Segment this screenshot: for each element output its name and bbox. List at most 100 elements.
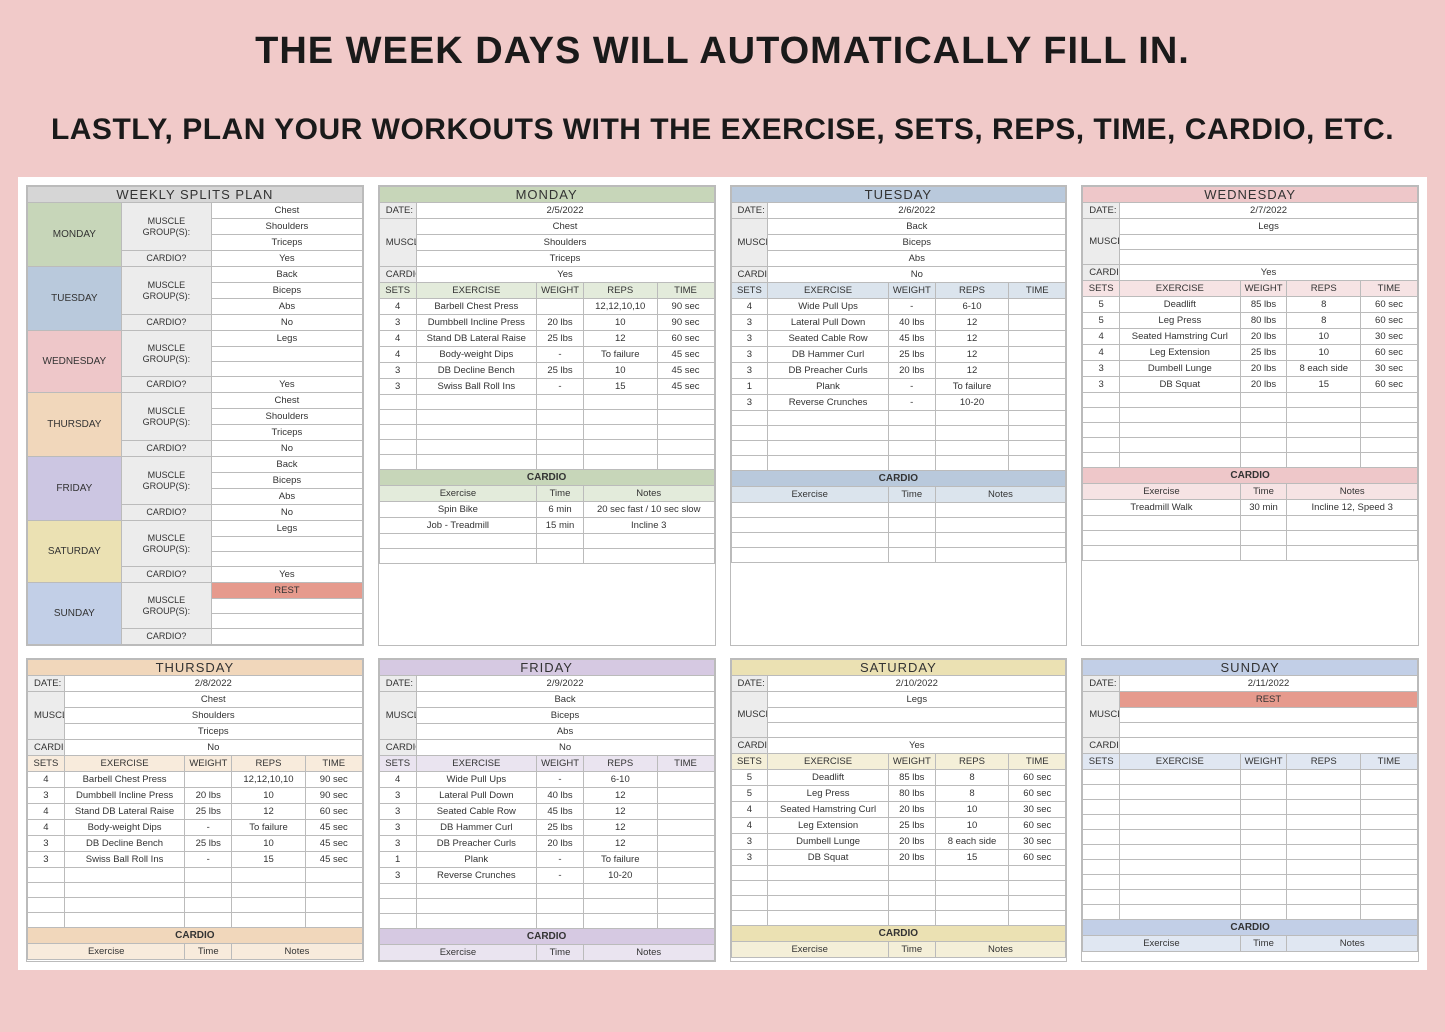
cell-weight xyxy=(1240,800,1287,815)
exercise-row: 3 DB Decline Bench 25 lbs 10 45 sec xyxy=(28,836,363,852)
cell-reps xyxy=(583,410,657,425)
col-cardio-notes: Notes xyxy=(583,486,714,502)
cardio-q-label: CARDIO? xyxy=(28,740,65,756)
mg-value: Back xyxy=(768,219,1066,235)
exercise-row xyxy=(1083,453,1418,468)
cell-exercise: DB Preacher Curls xyxy=(416,836,537,852)
cell-weight: 20 lbs xyxy=(537,315,584,331)
cell-weight: - xyxy=(537,379,584,395)
date-value: 2/6/2022 xyxy=(768,203,1066,219)
date-value: 2/10/2022 xyxy=(768,676,1066,692)
exercise-row xyxy=(379,395,714,410)
mg-label: MUSCLE GROUP(S): xyxy=(28,692,65,740)
cell-cardio-ex xyxy=(731,533,888,548)
cardio-q-label: CARDIO? xyxy=(731,738,768,754)
cell-reps xyxy=(935,896,1009,911)
cell-cardio-time: 30 min xyxy=(1240,500,1287,516)
cell-exercise xyxy=(416,914,537,929)
cell-weight: - xyxy=(537,868,584,884)
cell-time xyxy=(1009,456,1066,471)
col-exercise: EXERCISE xyxy=(416,756,537,772)
cell-sets: 3 xyxy=(28,836,65,852)
cell-cardio-ex xyxy=(379,549,536,564)
cell-time xyxy=(1009,441,1066,456)
cell-weight xyxy=(888,866,935,881)
cell-exercise: Barbell Chest Press xyxy=(64,772,185,788)
cell-cardio-time xyxy=(888,533,935,548)
cell-exercise xyxy=(416,440,537,455)
cell-reps: 15 xyxy=(583,379,657,395)
split-cardio-label: CARDIO? xyxy=(121,251,211,267)
cell-weight xyxy=(537,899,584,914)
col-time: TIME xyxy=(1361,754,1418,770)
cell-time xyxy=(657,455,714,470)
cell-weight xyxy=(1240,845,1287,860)
sheet-grid: WEEKLY SPLITS PLANMONDAY MUSCLEGROUP(S):… xyxy=(26,185,1419,962)
cell-cardio-ex xyxy=(731,518,888,533)
cell-weight xyxy=(1240,393,1287,408)
split-mg-label: MUSCLEGROUP(S): xyxy=(121,393,211,441)
cell-time xyxy=(1361,785,1418,800)
cell-exercise xyxy=(1120,860,1241,875)
headline-2: LASTLY, PLAN YOUR WORKOUTS WITH THE EXER… xyxy=(20,113,1425,147)
col-cardio-time: Time xyxy=(185,944,232,960)
exercise-row xyxy=(28,883,363,898)
cell-cardio-time xyxy=(537,549,584,564)
cell-exercise: Wide Pull Ups xyxy=(768,299,889,315)
headline-1: THE WEEK DAYS WILL AUTOMATICALLY FILL IN… xyxy=(20,30,1425,73)
cell-reps xyxy=(583,455,657,470)
cell-cardio-notes: Incline 12, Speed 3 xyxy=(1287,500,1418,516)
col-sets: SETS xyxy=(731,754,768,770)
cell-cardio-ex xyxy=(731,548,888,563)
exercise-row: 3 DB Squat 20 lbs 15 60 sec xyxy=(1083,377,1418,393)
exercise-row xyxy=(28,868,363,883)
exercise-row: 5 Deadlift 85 lbs 8 60 sec xyxy=(1083,297,1418,313)
cell-reps xyxy=(232,868,306,883)
exercise-row xyxy=(1083,845,1418,860)
cell-weight: 85 lbs xyxy=(1240,297,1287,313)
cardio-q-value: No xyxy=(416,740,714,756)
cell-weight: 20 lbs xyxy=(888,363,935,379)
cell-reps xyxy=(232,913,306,928)
exercise-row xyxy=(1083,860,1418,875)
cell-exercise: Seated Cable Row xyxy=(768,331,889,347)
cell-reps: To failure xyxy=(583,347,657,363)
cell-time xyxy=(657,772,714,788)
cell-exercise: Stand DB Lateral Raise xyxy=(416,331,537,347)
cell-cardio-ex: Treadmill Walk xyxy=(1083,500,1240,516)
cell-cardio-notes xyxy=(935,548,1066,563)
cell-weight: 40 lbs xyxy=(537,788,584,804)
cell-sets xyxy=(1083,393,1120,408)
cell-exercise xyxy=(768,911,889,926)
day-panel-wednesday: WEDNESDAYDATE:2/7/2022MUSCLE GROUP(S):Le… xyxy=(1081,185,1419,646)
cell-time xyxy=(1009,866,1066,881)
cardio-row xyxy=(1083,516,1418,531)
cell-sets xyxy=(1083,770,1120,785)
cell-sets xyxy=(1083,453,1120,468)
cell-sets xyxy=(731,456,768,471)
col-sets: SETS xyxy=(1083,754,1120,770)
cell-time xyxy=(1009,363,1066,379)
cell-exercise: DB Preacher Curls xyxy=(768,363,889,379)
cell-weight: 25 lbs xyxy=(537,820,584,836)
mg-value: Legs xyxy=(1120,219,1418,235)
cell-time: 30 sec xyxy=(1361,361,1418,377)
cell-time xyxy=(1361,890,1418,905)
cell-sets: 3 xyxy=(28,852,65,868)
split-group: Biceps xyxy=(212,473,363,489)
cell-sets: 3 xyxy=(379,804,416,820)
cell-reps xyxy=(935,456,1009,471)
cell-weight: - xyxy=(185,820,232,836)
exercise-row: 1 Plank - To failure xyxy=(379,852,714,868)
cell-weight xyxy=(537,425,584,440)
cell-reps xyxy=(935,441,1009,456)
cell-time xyxy=(1009,896,1066,911)
col-sets: SETS xyxy=(28,756,65,772)
col-exercise: EXERCISE xyxy=(416,283,537,299)
cell-sets xyxy=(1083,423,1120,438)
cell-reps xyxy=(935,411,1009,426)
cell-exercise xyxy=(768,896,889,911)
cell-time: 90 sec xyxy=(305,788,362,804)
split-mg-label: MUSCLEGROUP(S): xyxy=(121,203,211,251)
col-cardio-ex: Exercise xyxy=(379,945,536,961)
